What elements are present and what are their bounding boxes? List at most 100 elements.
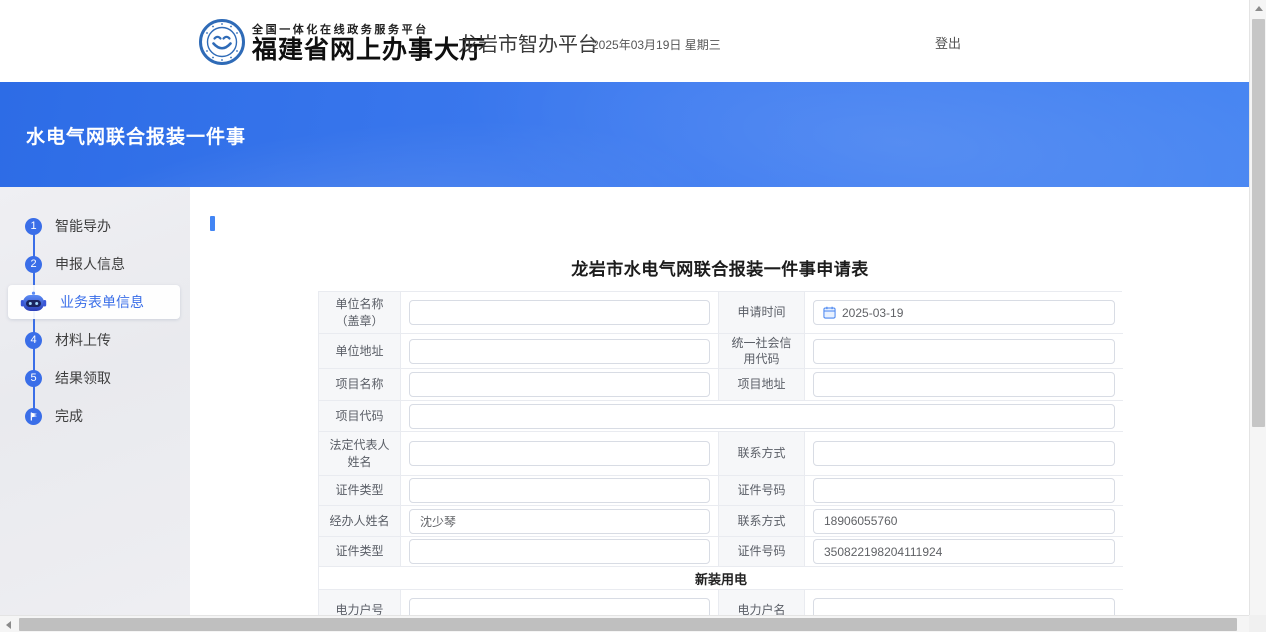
portal-logo-line-large: 福建省网上办事大厅 (252, 37, 486, 65)
step-label: 材料上传 (55, 330, 111, 350)
step-item-applicant-info[interactable]: 2 申报人信息 (0, 245, 190, 283)
field-cell (805, 334, 1123, 369)
field-label-project-name: 项目名称 (319, 369, 401, 401)
unit-name-input[interactable] (409, 300, 710, 325)
field-cell (805, 590, 1123, 615)
field-label-legal-contact: 联系方式 (719, 432, 805, 476)
app-window: 全国一体化在线政务服务平台 福建省网上办事大厅 龙岩市智办平台 2025年03月… (0, 0, 1266, 632)
power-account-name-input[interactable] (813, 598, 1115, 615)
field-cell (401, 432, 719, 476)
portal-logo-text: 全国一体化在线政务服务平台 福建省网上办事大厅 (252, 21, 486, 65)
horizontal-scrollbar-thumb[interactable] (19, 618, 1237, 631)
field-cell (401, 401, 1123, 432)
top-header: 全国一体化在线政务服务平台 福建省网上办事大厅 龙岩市智办平台 2025年03月… (0, 0, 1249, 82)
field-cell (401, 334, 719, 369)
step-number-badge: 5 (25, 370, 42, 387)
field-cell (401, 369, 719, 401)
field-cell (805, 506, 1123, 537)
field-label-credit-code: 统一社会信 用代码 (719, 334, 805, 369)
field-label-agent-id-number: 证件号码 (719, 537, 805, 567)
step-item-result-pickup[interactable]: 5 结果领取 (0, 359, 190, 397)
credit-code-input[interactable] (813, 339, 1115, 364)
agent-contact-input[interactable] (813, 509, 1115, 534)
step-number-badge: 1 (25, 218, 42, 235)
service-banner-title: 水电气网联合报装一件事 (26, 122, 246, 149)
step-number-badge: 2 (25, 256, 42, 273)
apply-date-value: 2025-03-19 (842, 306, 903, 320)
legal-id-number-input[interactable] (813, 478, 1115, 503)
field-cell (401, 537, 719, 567)
step-label: 申报人信息 (55, 254, 125, 274)
field-label-apply-time: 申请时间 (719, 292, 805, 334)
field-cell (401, 476, 719, 506)
section-header-new-electricity: 新装用电 (319, 567, 1123, 590)
field-label-agent-name: 经办人姓名 (319, 506, 401, 537)
field-cell (805, 537, 1123, 567)
calendar-icon (823, 306, 836, 319)
step-sidebar: 1 智能导办 2 申报人信息 (0, 187, 190, 615)
stepper: 1 智能导办 2 申报人信息 (0, 207, 190, 435)
power-account-number-input[interactable] (409, 598, 710, 615)
project-address-input[interactable] (813, 372, 1115, 397)
application-form-table: 单位名称 （盖章） 申请时间 2025 (318, 291, 1122, 615)
legal-rep-name-input[interactable] (409, 441, 710, 466)
field-cell: 2025-03-19 (805, 292, 1123, 334)
step-item-finish[interactable]: 完成 (0, 397, 190, 435)
field-label-legal-id-number: 证件号码 (719, 476, 805, 506)
step-label: 业务表单信息 (60, 292, 144, 312)
arrow-left-icon (6, 621, 11, 629)
field-cell (805, 369, 1123, 401)
project-name-input[interactable] (409, 372, 710, 397)
agent-id-type-input[interactable] (409, 539, 710, 564)
field-cell (805, 432, 1123, 476)
step-item-smart-guide[interactable]: 1 智能导办 (0, 207, 190, 245)
portal-logo-line-small: 全国一体化在线政务服务平台 (252, 21, 486, 37)
agent-name-input[interactable] (409, 509, 710, 534)
field-label-project-address: 项目地址 (719, 369, 805, 401)
legal-contact-input[interactable] (813, 441, 1115, 466)
site-title: 龙岩市智办平台 (458, 28, 598, 57)
field-label-unit-address: 单位地址 (319, 334, 401, 369)
robot-icon (20, 291, 47, 313)
project-code-input[interactable] (409, 404, 1115, 429)
scrollbar-corner (1249, 615, 1266, 632)
agent-id-number-input[interactable] (813, 539, 1115, 564)
vertical-scrollbar[interactable] (1249, 0, 1266, 615)
apply-date-picker[interactable]: 2025-03-19 (813, 300, 1115, 325)
step-item-business-form[interactable]: 业务表单信息 (0, 283, 190, 321)
horizontal-scrollbar[interactable] (0, 615, 1249, 632)
step-label: 结果领取 (55, 368, 111, 388)
field-cell (401, 506, 719, 537)
field-label-unit-name: 单位名称 （盖章） (319, 292, 401, 334)
flag-icon (25, 408, 42, 425)
logout-button[interactable]: 登出 (935, 33, 961, 52)
form-title: 龙岩市水电气网联合报装一件事申请表 (318, 255, 1122, 280)
vertical-scrollbar-thumb[interactable] (1252, 19, 1265, 427)
step-label: 完成 (55, 406, 83, 426)
legal-id-type-input[interactable] (409, 478, 710, 503)
arrow-up-icon (1255, 6, 1263, 11)
step-item-material-upload[interactable]: 4 材料上传 (0, 321, 190, 359)
field-label-agent-contact: 联系方式 (719, 506, 805, 537)
field-cell (805, 476, 1123, 506)
header-date: 2025年03月19日 星期三 (592, 36, 721, 53)
field-label-power-account-name: 电力户名 (719, 590, 805, 615)
field-label-legal-rep-name: 法定代表人 姓名 (319, 432, 401, 476)
service-banner: 水电气网联合报装一件事 (0, 82, 1249, 187)
field-label-power-account-number: 电力户号 (319, 590, 401, 615)
form-panel: 龙岩市水电气网联合报装一件事申请表 单位名称 （盖章） 申请时间 (190, 187, 1249, 615)
field-label-agent-id-type: 证件类型 (319, 537, 401, 567)
field-label-legal-id-type: 证件类型 (319, 476, 401, 506)
scroll-up-button[interactable] (1250, 0, 1266, 17)
section-indicator-bar (210, 216, 215, 231)
content-area: 1 智能导办 2 申报人信息 (0, 187, 1249, 615)
step-number-badge: 4 (25, 332, 42, 349)
gov-seal-smiley-logo-icon (198, 18, 246, 66)
scroll-left-button[interactable] (0, 616, 17, 632)
unit-address-input[interactable] (409, 339, 710, 364)
field-label-project-code: 项目代码 (319, 401, 401, 432)
field-cell (401, 292, 719, 334)
step-label: 智能导办 (55, 216, 111, 236)
page: 全国一体化在线政务服务平台 福建省网上办事大厅 龙岩市智办平台 2025年03月… (0, 0, 1249, 615)
field-cell (401, 590, 719, 615)
